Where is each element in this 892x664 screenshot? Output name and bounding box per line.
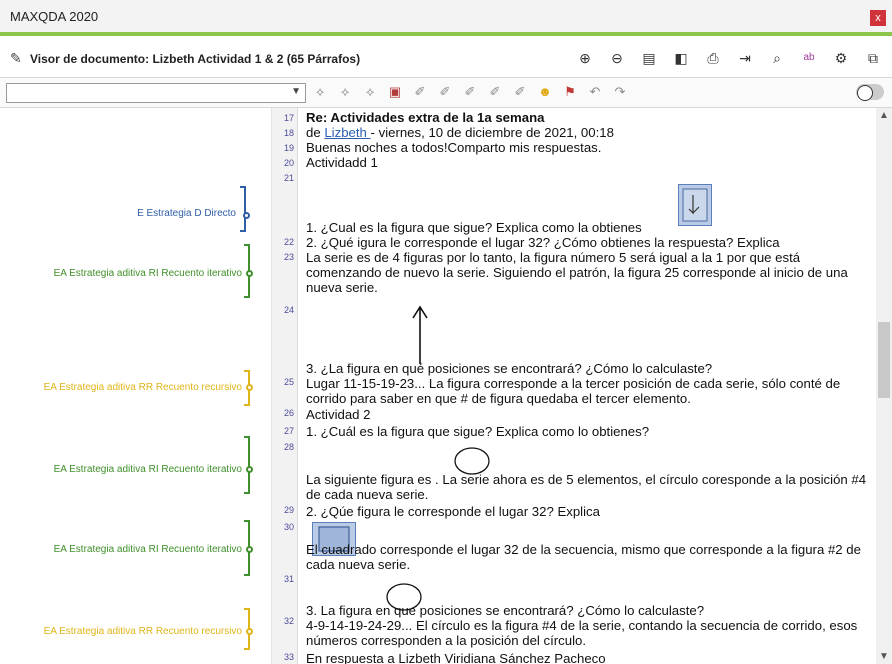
code-in-vivo-icon[interactable]: ⟡ — [337, 83, 353, 101]
zoom-in-icon[interactable]: ⊕ — [576, 49, 594, 67]
highlighter-3-icon[interactable]: ✐ — [462, 83, 478, 101]
code-selector-dropdown[interactable]: ▼ — [6, 83, 306, 103]
highlighter-1-icon[interactable]: ✐ — [412, 83, 428, 101]
highlighter-4-icon[interactable]: ✐ — [487, 83, 503, 101]
zoom-out-icon[interactable]: ⊖ — [608, 49, 626, 67]
code-bracket[interactable] — [240, 186, 246, 232]
paragraph-number: 29 — [283, 505, 294, 515]
paragraph[interactable]: 4-9-14-19-24-29... El círculo es la figu… — [306, 618, 876, 648]
paragraph[interactable]: Buenas noches a todos!Comparto mis respu… — [306, 140, 876, 155]
scroll-up-icon[interactable]: ▲ — [879, 110, 889, 121]
code-handle[interactable] — [246, 546, 253, 553]
paragraph[interactable]: 1. ¿Cuál es la figura que sigue? Explica… — [306, 424, 876, 439]
paragraph[interactable]: 1. ¿Cual es la figura que sigue? Explica… — [306, 220, 876, 235]
paragraph-number: 27 — [283, 426, 294, 436]
paragraph[interactable]: Actividad 2 — [306, 407, 876, 422]
paragraph[interactable]: La siguiente figura es . La serie ahora … — [306, 472, 876, 502]
document-title: Visor de documento: Lizbeth Actividad 1 … — [30, 52, 361, 66]
highlighter-2-icon[interactable]: ✐ — [437, 83, 453, 101]
code-label[interactable]: E Estrategia D Directo — [6, 208, 236, 219]
code-handle[interactable] — [243, 212, 250, 219]
paragraph-number: 22 — [283, 237, 294, 247]
author-link[interactable]: Lizbeth — [324, 125, 370, 140]
paragraph-number: 33 — [283, 652, 294, 662]
paragraph-number: 18 — [283, 128, 294, 138]
author-prefix: de — [306, 125, 325, 140]
code-label[interactable]: EA Estrategia aditiva RR Recuento recurs… — [6, 382, 242, 393]
paragraph[interactable]: 3. ¿La figura en qué posiciones se encon… — [306, 361, 876, 376]
paragraph-number: 28 — [283, 442, 294, 452]
edit-document-icon[interactable]: ✎ — [10, 50, 22, 67]
paragraph-number: 19 — [283, 143, 294, 153]
paragraph-number-gutter: 17 18 19 20 21 22 23 24 25 26 27 28 29 3… — [272, 108, 298, 664]
paragraph-number: 31 — [283, 574, 294, 584]
code-stripes-panel: E Estrategia D Directo EA Estrategia adi… — [0, 108, 272, 664]
symbol-code-icon[interactable]: ⚑ — [562, 83, 578, 101]
redo-icon[interactable]: ↷ — [612, 83, 628, 101]
close-button[interactable]: x — [870, 10, 886, 26]
paragraph-number: 21 — [283, 173, 294, 183]
paragraph[interactable]: El cuadrado corresponde el lugar 32 de l… — [306, 542, 876, 572]
paragraph-number: 24 — [283, 305, 294, 315]
paragraph-number: 17 — [283, 113, 294, 123]
app-title: MAXQDA 2020 — [10, 9, 99, 24]
arrow-figure-icon — [682, 188, 708, 222]
paragraph-number: 23 — [283, 252, 294, 262]
coding-tools: ⟡ ⟡ ⟡ ▣ ✐ ✐ ✐ ✐ ✐ ☻ ⚑ ↶ ↷ — [312, 83, 628, 101]
post-date: - viernes, 10 de diciembre de 2021, 00:1… — [370, 125, 614, 140]
fit-page-icon[interactable]: ▤ — [640, 49, 658, 67]
export-icon[interactable]: ⇥ — [736, 49, 754, 67]
paragraph[interactable]: La serie es de 4 figuras por lo tanto, l… — [306, 250, 876, 295]
paragraph-number: 26 — [283, 408, 294, 418]
spellcheck-icon[interactable]: ab — [800, 49, 818, 67]
arrow-up-figure[interactable] — [410, 304, 430, 366]
paragraph-number: 32 — [283, 616, 294, 626]
document-text-area[interactable]: Re: Actividades extra de la 1a semana de… — [306, 108, 876, 664]
paragraph-number: 30 — [283, 522, 294, 532]
paragraph[interactable]: Actividadd 1 — [306, 155, 876, 170]
chevron-down-icon[interactable]: ▼ — [291, 86, 301, 97]
scrollbar-thumb[interactable] — [878, 322, 890, 398]
vertical-scrollbar[interactable]: ▲ ▼ — [876, 108, 892, 664]
paragraph-number: 20 — [283, 158, 294, 168]
search-icon[interactable]: ⌕ — [768, 49, 786, 67]
paragraph[interactable]: Lugar 11-15-19-23... La figura correspon… — [306, 376, 876, 406]
scroll-down-icon[interactable]: ▼ — [879, 651, 889, 662]
title-bar: MAXQDA 2020 x — [0, 0, 892, 36]
code-handle[interactable] — [246, 384, 253, 391]
split-view-icon[interactable]: ◧ — [672, 49, 690, 67]
code-bracket[interactable] — [244, 436, 250, 494]
code-multiple-icon[interactable]: ⟡ — [362, 83, 378, 101]
code-selection-icon[interactable]: ▣ — [387, 83, 403, 101]
code-handle[interactable] — [246, 466, 253, 473]
highlighter-5-icon[interactable]: ✐ — [512, 83, 528, 101]
code-handle[interactable] — [246, 628, 253, 635]
paragraph[interactable]: 2. ¿Qué igura le corresponde el lugar 32… — [306, 235, 876, 250]
code-label[interactable]: EA Estrategia aditiva RI Recuento iterat… — [6, 464, 242, 475]
undo-icon[interactable]: ↶ — [587, 83, 603, 101]
code-icon[interactable]: ⟡ — [312, 83, 328, 101]
paragraph[interactable]: 3. La figura en que posiciones se encont… — [306, 603, 876, 618]
paragraph[interactable]: de Lizbeth - viernes, 10 de diciembre de… — [306, 125, 876, 140]
settings-gear-icon[interactable]: ⚙ — [832, 49, 850, 67]
document-viewer-header: ✎ Visor de documento: Lizbeth Actividad … — [0, 40, 892, 78]
print-icon[interactable]: ⎙ — [704, 49, 722, 67]
edit-mode-toggle[interactable] — [856, 84, 884, 101]
paragraph[interactable]: 2. ¿Qúe figura le corresponde el lugar 3… — [306, 504, 876, 519]
viewer-toolbar: ⊕ ⊖ ▤ ◧ ⎙ ⇥ ⌕ ab ⚙ ⧉ — [576, 49, 882, 67]
paragraph[interactable]: Re: Actividades extra de la 1a semana — [306, 110, 876, 125]
paragraph[interactable]: En respuesta a Lizbeth Viridiana Sánchez… — [306, 651, 876, 664]
code-handle[interactable] — [246, 270, 253, 277]
code-label[interactable]: EA Estrategia aditiva RI Recuento iterat… — [6, 268, 242, 279]
emoticon-icon[interactable]: ☻ — [537, 83, 553, 101]
undock-window-icon[interactable]: ⧉ — [864, 49, 882, 67]
paragraph-number: 25 — [283, 377, 294, 387]
coding-toolbar: ▼ ⟡ ⟡ ⟡ ▣ ✐ ✐ ✐ ✐ ✐ ☻ ⚑ ↶ ↷ — [0, 78, 892, 108]
code-label[interactable]: EA Estrategia aditiva RI Recuento iterat… — [6, 544, 242, 555]
code-label[interactable]: EA Estrategia aditiva RR Recuento recurs… — [6, 626, 242, 637]
